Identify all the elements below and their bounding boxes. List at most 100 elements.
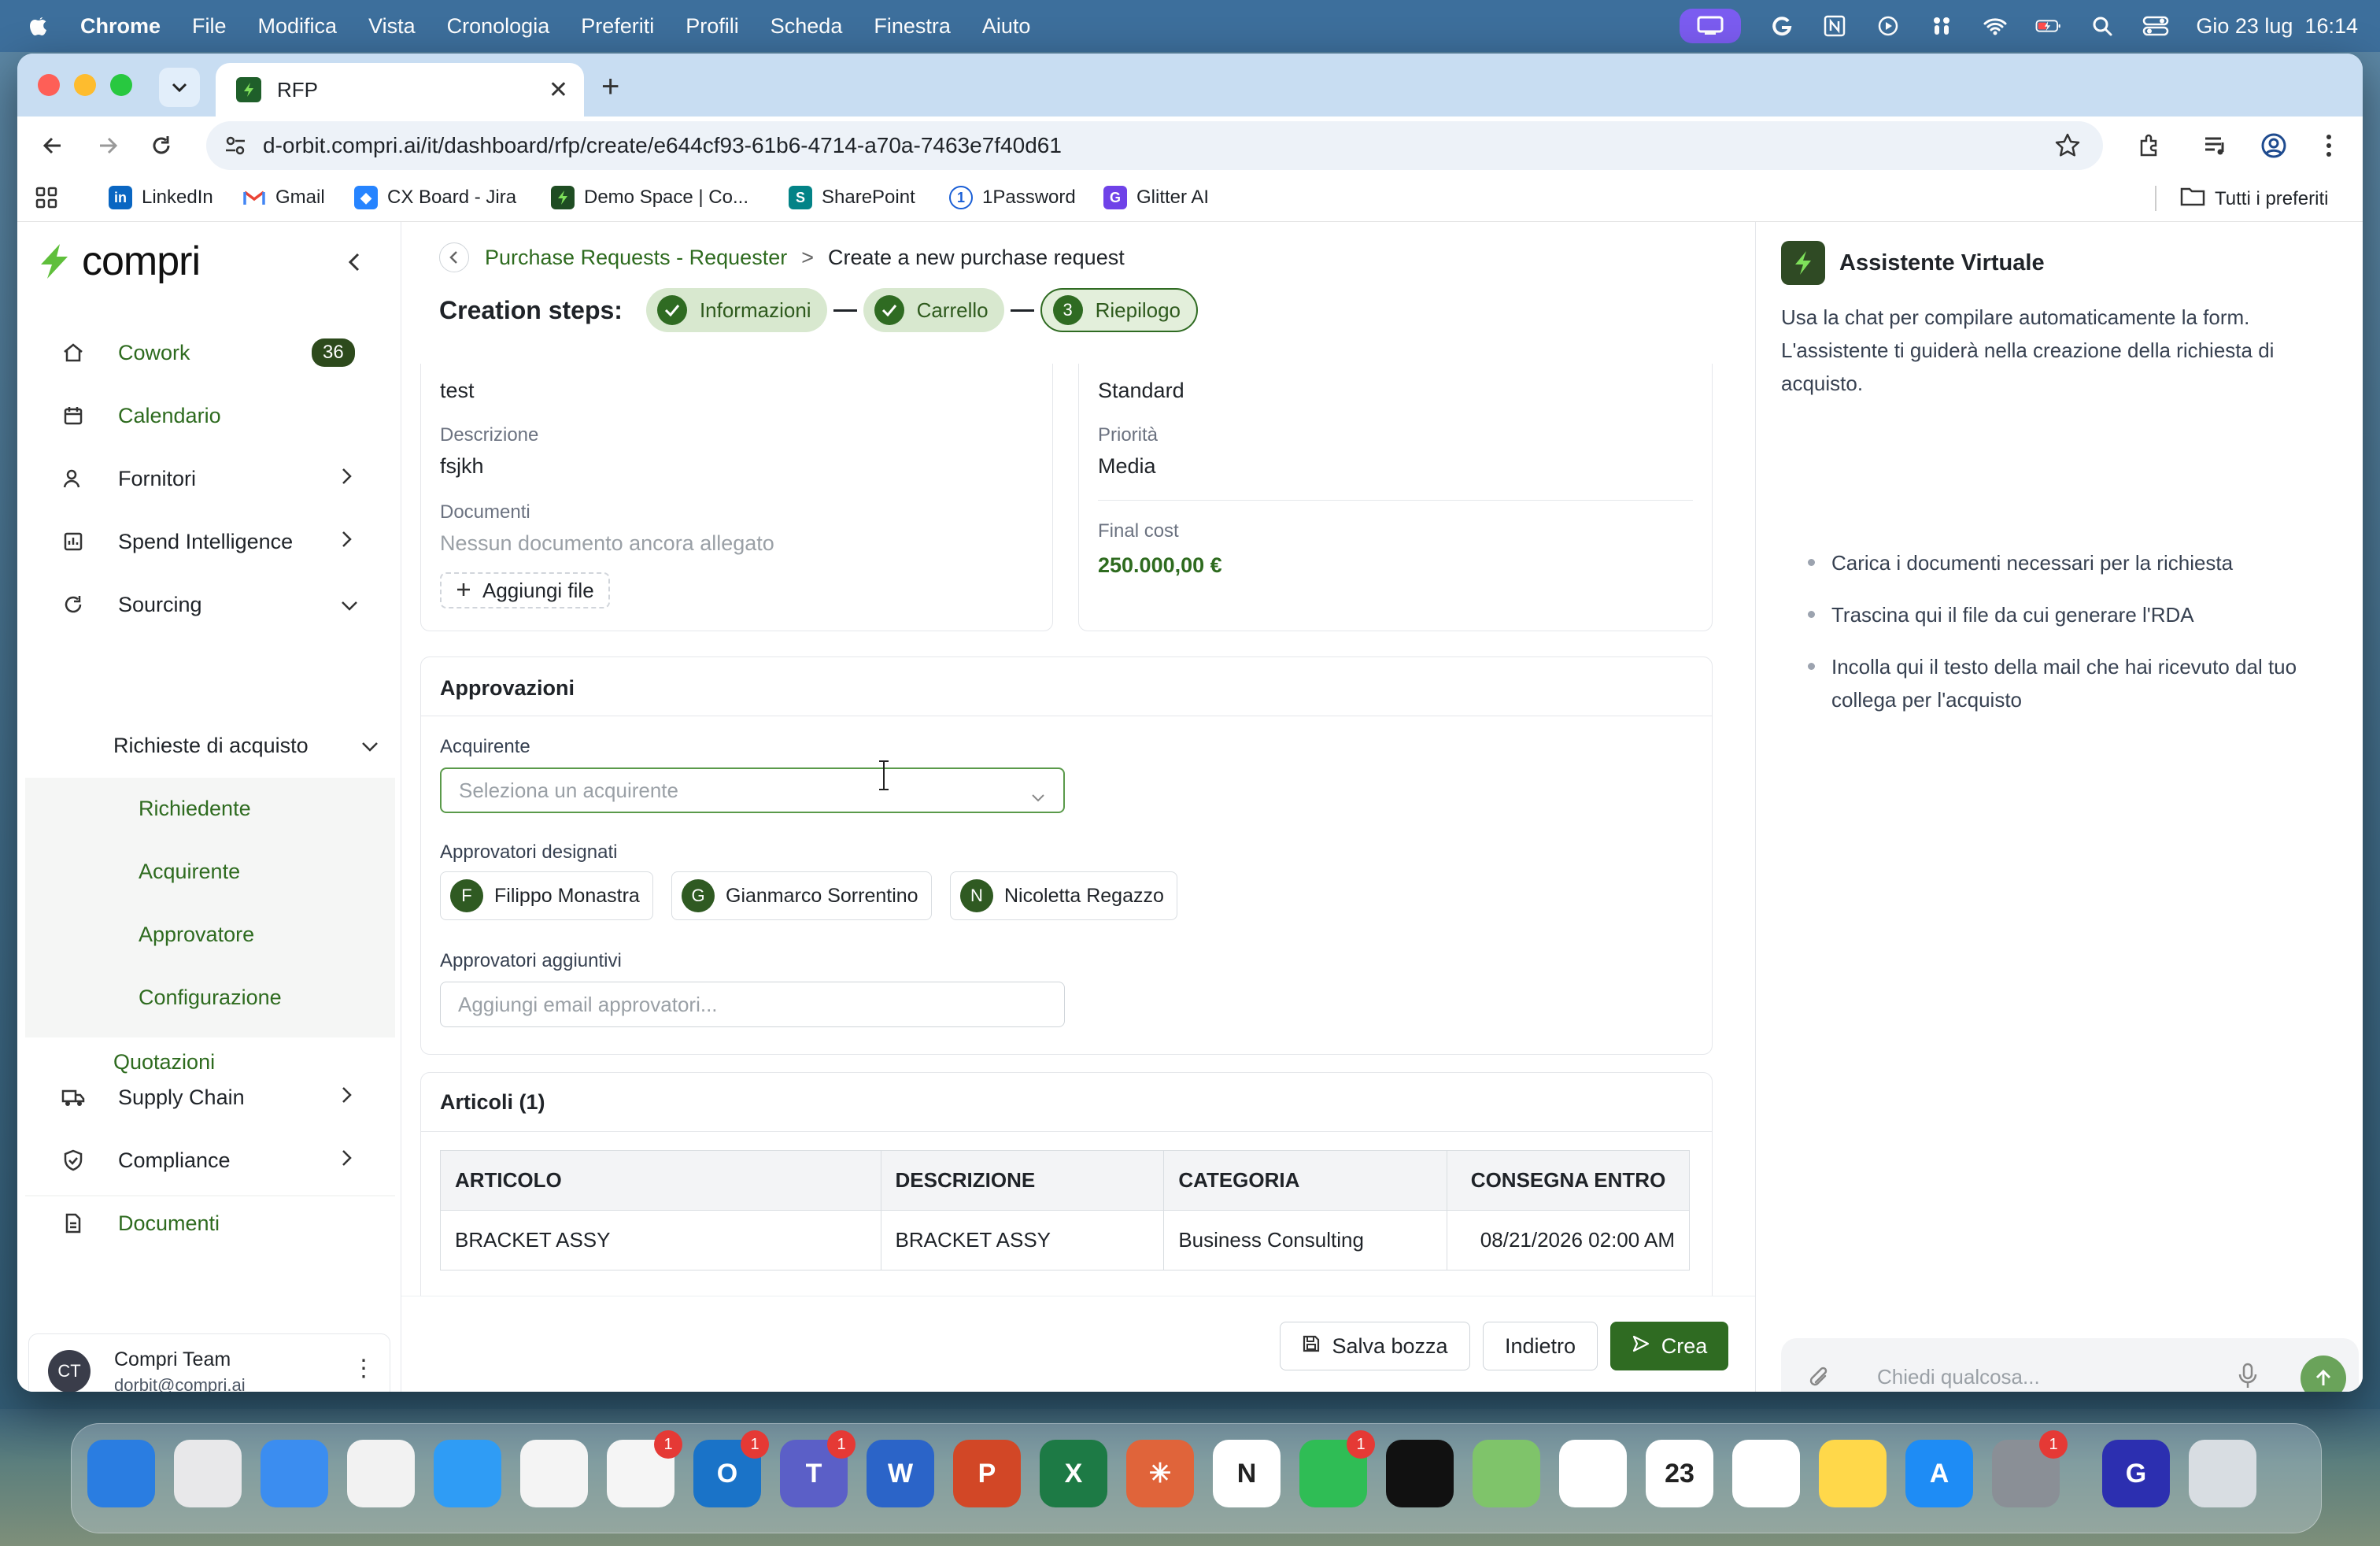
sidebar-item-calendario[interactable]: Calendario — [17, 390, 401, 441]
new-tab-button[interactable]: + — [601, 69, 619, 105]
notion-app[interactable]: N — [1213, 1440, 1281, 1507]
powerpoint-app[interactable]: P — [953, 1440, 1021, 1507]
bookmark-jira[interactable]: ◆ CX Board - Jira — [354, 186, 516, 209]
microphone-icon[interactable] — [2238, 1362, 2258, 1392]
breadcrumb-back-icon[interactable] — [439, 242, 469, 272]
slack-app[interactable]: 1 — [607, 1430, 682, 1507]
apps-grid-icon[interactable] — [35, 186, 58, 209]
menu-profili[interactable]: Profili — [686, 14, 739, 39]
tab-search-button[interactable] — [159, 68, 200, 107]
menu-finestra[interactable]: Finestra — [874, 14, 951, 39]
word-app[interactable]: W — [867, 1440, 934, 1507]
table-row[interactable]: BRACKET ASSY BRACKET ASSY Business Consu… — [440, 1210, 1690, 1270]
spotlight-search-icon[interactable] — [2089, 14, 2116, 38]
reminders-app[interactable] — [1732, 1440, 1800, 1507]
menu-clock[interactable]: Gio 23 lug 16:14 — [2196, 14, 2358, 39]
step-carrello[interactable]: Carrello — [863, 288, 1004, 332]
profile-icon[interactable] — [2256, 128, 2292, 164]
finder-app[interactable] — [87, 1440, 155, 1507]
notion-menu-icon[interactable] — [1821, 14, 1848, 38]
user-card[interactable]: CT Compri Team dorbit@compri.ai ⋮ — [28, 1333, 390, 1392]
menu-modifica[interactable]: Modifica — [258, 14, 338, 39]
glitter-menu-icon[interactable] — [1768, 14, 1794, 38]
claude-app[interactable]: ✳ — [1126, 1440, 1194, 1507]
site-settings-icon[interactable] — [224, 134, 247, 161]
bookmark-glitter[interactable]: G Glitter AI — [1103, 186, 1209, 209]
control-center-icon[interactable] — [2142, 14, 2169, 38]
maps-app[interactable] — [1473, 1440, 1540, 1507]
menu-vista[interactable]: Vista — [368, 14, 416, 39]
minimize-window-button[interactable] — [74, 74, 96, 96]
toolbar-app[interactable] — [347, 1440, 415, 1507]
sidebar-item-approvatore[interactable]: Approvatore — [139, 923, 254, 947]
menu-preferiti[interactable]: Preferiti — [581, 14, 654, 39]
menu-aiuto[interactable]: Aiuto — [982, 14, 1031, 39]
chrome-app[interactable] — [520, 1440, 588, 1507]
sidebar-item-cowork[interactable]: Cowork 36 — [17, 327, 401, 378]
wifi-icon[interactable] — [1982, 14, 2009, 38]
sidebar-item-richiedente[interactable]: Richiedente — [139, 797, 251, 821]
battery-icon[interactable] — [2035, 14, 2062, 38]
apple-icon[interactable] — [27, 13, 50, 39]
menu-file[interactable]: File — [192, 14, 227, 39]
media-control-icon[interactable] — [2197, 128, 2234, 164]
breadcrumb-parent-link[interactable]: Purchase Requests - Requester — [485, 246, 787, 270]
chat-input[interactable]: Chiedi qualcosa... — [1781, 1338, 2359, 1392]
sidebar-item-documenti[interactable]: Documenti — [17, 1198, 401, 1248]
bookmark-demo-space[interactable]: Demo Space | Co... — [551, 186, 748, 209]
whatsapp-app[interactable]: 1 — [1299, 1430, 1375, 1507]
close-window-button[interactable] — [38, 74, 60, 96]
tab-rfp[interactable]: RFP ✕ — [216, 63, 584, 117]
sidebar-item-configurazione[interactable]: Configurazione — [139, 986, 282, 1010]
sidebar-item-fornitori[interactable]: Fornitori — [17, 453, 401, 504]
safari-app[interactable] — [434, 1440, 501, 1507]
paperclip-icon[interactable] — [1808, 1365, 1831, 1392]
save-draft-button[interactable]: Salva bozza — [1280, 1322, 1470, 1370]
sidebar-item-supply-chain[interactable]: Supply Chain — [17, 1072, 401, 1123]
close-tab-icon[interactable]: ✕ — [549, 76, 568, 104]
zoom-window-button[interactable] — [110, 74, 132, 96]
forward-arrow-icon[interactable] — [90, 128, 126, 164]
play-icon[interactable] — [1875, 14, 1901, 38]
teams-app[interactable]: T1 — [780, 1430, 856, 1507]
approver-chip[interactable]: N Nicoletta Regazzo — [950, 871, 1177, 920]
photos-app[interactable] — [1559, 1440, 1627, 1507]
bookmark-linkedin[interactable]: in LinkedIn — [109, 186, 213, 209]
appstore-app[interactable]: A — [1905, 1440, 1973, 1507]
menu-app-name[interactable]: Chrome — [80, 14, 161, 39]
chrome-menu-icon[interactable] — [2311, 128, 2347, 164]
more-options-icon[interactable]: ⋮ — [352, 1355, 375, 1382]
notes-app[interactable] — [1819, 1440, 1887, 1507]
back-arrow-icon[interactable] — [35, 128, 71, 164]
approver-chip[interactable]: F Filippo Monastra — [440, 871, 653, 920]
approver-chip[interactable]: G Gianmarco Sorrentino — [671, 871, 932, 920]
launchpad-app[interactable] — [174, 1440, 242, 1507]
send-message-button[interactable] — [2301, 1356, 2346, 1392]
address-bar[interactable]: d-orbit.compri.ai/it/dashboard/rfp/creat… — [206, 121, 2103, 170]
step-informazioni[interactable]: Informazioni — [645, 288, 827, 332]
excel-app[interactable]: X — [1040, 1440, 1107, 1507]
sidebar-item-sourcing[interactable]: Sourcing — [17, 579, 401, 630]
people-icon[interactable] — [1928, 14, 1955, 38]
buyer-select[interactable]: Seleziona un acquirente — [440, 767, 1065, 813]
all-bookmarks[interactable]: Tutti i preferiti — [2180, 186, 2328, 212]
glitter-app[interactable]: G — [2102, 1440, 2170, 1507]
sidebar-item-acquirente[interactable]: Acquirente — [139, 860, 240, 884]
menu-cronologia[interactable]: Cronologia — [447, 14, 550, 39]
compri-logo[interactable]: compri — [36, 238, 201, 285]
additional-approvers-input[interactable]: Aggiungi email approvatori... — [440, 982, 1065, 1027]
bookmark-star-icon[interactable] — [2054, 132, 2081, 163]
calendar-app[interactable]: 23 — [1646, 1440, 1713, 1507]
bookmark-gmail[interactable]: Gmail — [242, 186, 325, 209]
create-button[interactable]: Crea — [1610, 1322, 1728, 1370]
extensions-icon[interactable] — [2131, 128, 2168, 164]
menu-scheda[interactable]: Scheda — [771, 14, 843, 39]
sidebar-item-quotazioni[interactable]: Quotazioni — [113, 1050, 215, 1074]
sidebar-item-spend-intelligence[interactable]: Spend Intelligence — [17, 516, 401, 567]
sidebar-item-compliance[interactable]: Compliance — [17, 1135, 401, 1185]
step-riepilogo[interactable]: 3 Riepilogo — [1040, 288, 1198, 332]
outlook-app[interactable]: O1 — [693, 1430, 769, 1507]
bookmark-sharepoint[interactable]: S SharePoint — [789, 186, 915, 209]
settings-app[interactable]: 1 — [1992, 1430, 2068, 1507]
screen-mirroring-icon[interactable] — [1680, 9, 1742, 43]
